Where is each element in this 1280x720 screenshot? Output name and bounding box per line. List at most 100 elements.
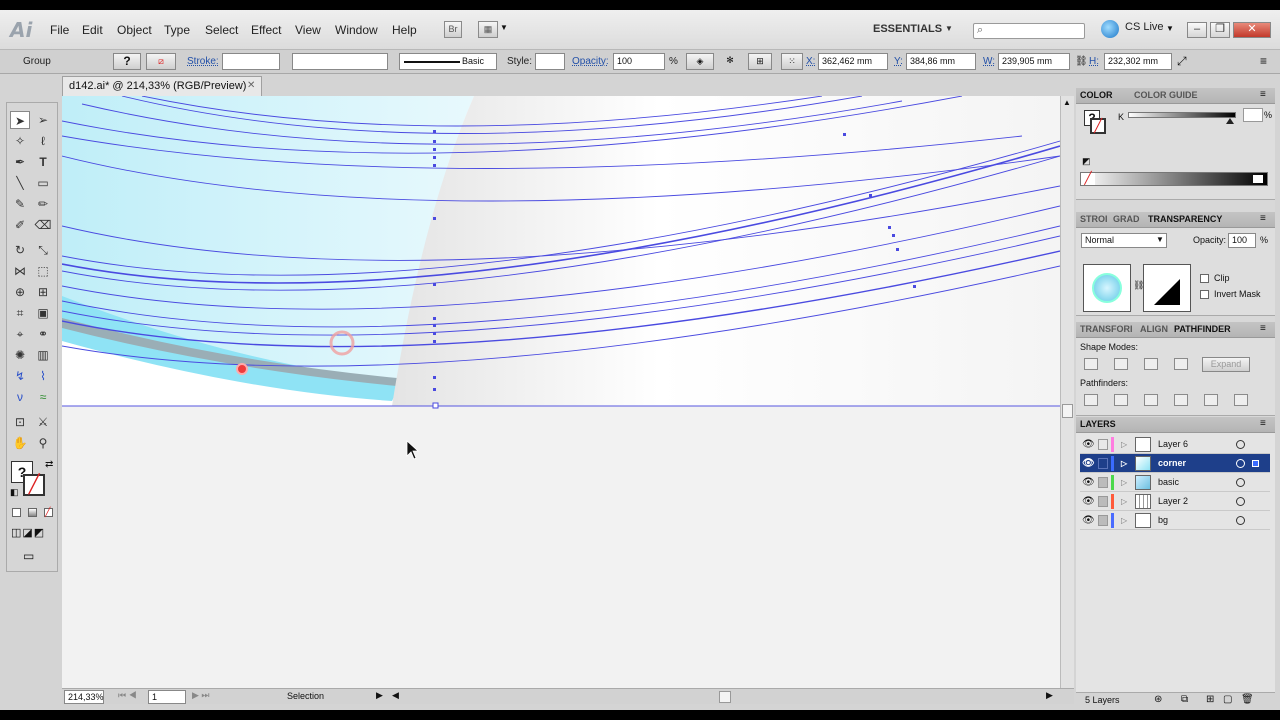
make-clipping-mask-icon[interactable]: ⧉ — [1181, 694, 1188, 705]
selection-indicator[interactable] — [1252, 460, 1259, 467]
panel-menu-icon[interactable]: ≡ — [1260, 323, 1266, 334]
recolor-artwork-icon[interactable]: ◈ — [686, 53, 714, 70]
k-value-field[interactable] — [1243, 108, 1263, 122]
merge-icon[interactable] — [1144, 394, 1158, 406]
stroke-color-swatch[interactable]: ╱ — [23, 474, 45, 496]
tab-transform[interactable]: TRANSFORI — [1080, 324, 1133, 334]
height-field[interactable]: 232,302 mm — [1104, 53, 1172, 70]
expand-triangle-icon[interactable]: ▷ — [1121, 454, 1127, 473]
lasso-tool-icon[interactable]: ℓ — [33, 132, 53, 150]
screen-mode-icon[interactable]: ▭ — [23, 549, 34, 563]
tab-color-guide[interactable]: COLOR GUIDE — [1134, 90, 1198, 100]
y-field[interactable]: 384,86 mm — [906, 53, 976, 70]
menu-select[interactable]: Select — [205, 23, 238, 37]
pencil-tool-icon[interactable]: ✏ — [33, 195, 53, 213]
expand-triangle-icon[interactable]: ▷ — [1121, 492, 1127, 511]
zoom-tool-icon[interactable]: ⚲ — [33, 434, 53, 452]
w-label[interactable]: W: — [983, 56, 995, 67]
artwork-thumbnail[interactable] — [1083, 264, 1131, 312]
magic-wand-tool-icon[interactable]: ✧ — [10, 132, 30, 150]
rotate-tool-icon[interactable]: ↻ — [10, 241, 30, 259]
paintbrush-tool-icon[interactable]: ✎ — [10, 195, 30, 213]
layer-name[interactable]: corner — [1158, 454, 1186, 473]
target-circle-icon[interactable] — [1236, 478, 1245, 487]
warp-tool-icon[interactable]: ≈ — [33, 388, 53, 406]
tab-transparency[interactable]: TRANSPARENCY — [1148, 214, 1222, 224]
white-swatch[interactable] — [1253, 175, 1263, 183]
tab-stroke[interactable]: STROI — [1080, 214, 1108, 224]
menu-view[interactable]: View — [295, 23, 321, 37]
brush-definition[interactable]: Basic — [399, 53, 497, 70]
layer-name[interactable]: basic — [1158, 473, 1179, 492]
x-field[interactable]: 362,462 mm — [818, 53, 888, 70]
tab-pathfinder[interactable]: PATHFINDER — [1174, 324, 1231, 334]
artboard-canvas[interactable] — [61, 95, 1061, 688]
none-color-icon[interactable]: ╱ — [1081, 172, 1095, 185]
visibility-eye-icon[interactable]: 👁 — [1082, 454, 1095, 473]
k-slider-thumb[interactable] — [1226, 118, 1234, 124]
opacity-field[interactable]: 100 — [613, 53, 665, 70]
menu-effect[interactable]: Effect — [251, 23, 281, 37]
mesh-tool-icon[interactable]: ⌗ — [10, 304, 30, 322]
clip-checkbox[interactable] — [1200, 274, 1209, 283]
target-circle-icon[interactable] — [1236, 440, 1245, 449]
lock-icon[interactable] — [1098, 515, 1108, 526]
lock-toggle[interactable] — [1098, 439, 1108, 450]
workspace-switcher[interactable]: ESSENTIALS — [873, 23, 942, 35]
hand-tool-icon[interactable]: ✋ — [10, 434, 30, 452]
invert-mask-checkbox[interactable] — [1200, 290, 1209, 299]
drawing-modes-icon[interactable]: ◫◪◩ — [11, 526, 45, 539]
shape-builder-tool-icon[interactable]: ⊕ — [10, 283, 30, 301]
gradient-tool-icon[interactable]: ▣ — [33, 304, 53, 322]
horizontal-scroll-thumb[interactable] — [719, 691, 731, 703]
default-colors-icon[interactable]: ◧ — [10, 487, 19, 498]
layer-name[interactable]: Layer 6 — [1158, 435, 1188, 454]
layer-row[interactable]: 👁 ▷ Layer 6 — [1080, 435, 1270, 454]
opacity-label[interactable]: Opacity: — [572, 56, 609, 67]
visibility-eye-icon[interactable]: 👁 — [1082, 473, 1095, 492]
new-layer-icon[interactable]: ▢ — [1223, 694, 1232, 705]
selection-tool-icon[interactable]: ➤ — [10, 111, 30, 129]
visibility-eye-icon[interactable]: 👁 — [1082, 511, 1095, 530]
divide-icon[interactable] — [1084, 394, 1098, 406]
x-label[interactable]: X: — [806, 56, 815, 67]
scale-tool-icon[interactable]: ⤡ — [33, 241, 53, 259]
delete-layer-icon[interactable]: 🗑 — [1241, 694, 1254, 705]
layer-row[interactable]: 👁 ▷ bg — [1080, 511, 1270, 530]
stroke-weight-field[interactable] — [222, 53, 280, 70]
blend-tool-icon[interactable]: ⚭ — [33, 325, 53, 343]
locate-object-icon[interactable]: ⊛ — [1154, 694, 1162, 705]
color-mode-icon[interactable] — [12, 508, 21, 517]
stroke-label[interactable]: Stroke: — [187, 56, 219, 67]
panel-menu-icon[interactable]: ≡ — [1260, 89, 1266, 100]
document-tab[interactable]: d142.ai* @ 214,33% (RGB/Preview) ✕ — [62, 76, 262, 96]
type-tool-icon[interactable]: T — [33, 153, 53, 171]
chevron-down-icon[interactable]: ▼ — [1166, 24, 1174, 33]
menu-file[interactable]: File — [50, 23, 69, 37]
outline-icon[interactable] — [1204, 394, 1218, 406]
pen-tool-icon[interactable]: ✒ — [10, 153, 30, 171]
unite-icon[interactable] — [1084, 358, 1098, 370]
artboard-tool-icon[interactable]: ↯ — [10, 367, 30, 385]
panel-menu-icon[interactable]: ≡ — [1260, 213, 1266, 224]
link-icon[interactable]: ⛓ — [1075, 56, 1088, 67]
menu-type[interactable]: Type — [164, 23, 190, 37]
scroll-up-icon[interactable]: ▲ — [1063, 98, 1071, 107]
gradient-mode-icon[interactable] — [28, 508, 37, 517]
search-input[interactable]: ⌕ — [973, 23, 1085, 39]
menu-edit[interactable]: Edit — [82, 23, 103, 37]
transform-icon[interactable]: ⤢ — [1177, 54, 1187, 69]
zoom-field[interactable]: 214,33% — [64, 690, 104, 704]
minus-front-icon[interactable] — [1114, 358, 1128, 370]
isolate-group-icon[interactable]: ✻ — [720, 53, 740, 70]
current-tool-status[interactable]: Selection — [287, 691, 324, 701]
layer-row[interactable]: 👁 ▷ basic — [1080, 473, 1270, 492]
artboard-number-field[interactable]: 1 — [148, 690, 186, 704]
width-field[interactable]: 239,905 mm — [998, 53, 1070, 70]
target-circle-icon[interactable] — [1236, 516, 1245, 525]
first-artboard-icon[interactable]: ⏮ ◀ — [118, 690, 137, 701]
layer-name[interactable]: Layer 2 — [1158, 492, 1188, 511]
minus-back-icon[interactable] — [1234, 394, 1248, 406]
tab-layers[interactable]: LAYERS — [1080, 419, 1116, 429]
blob-brush-tool-icon[interactable]: ✐ — [10, 216, 30, 234]
